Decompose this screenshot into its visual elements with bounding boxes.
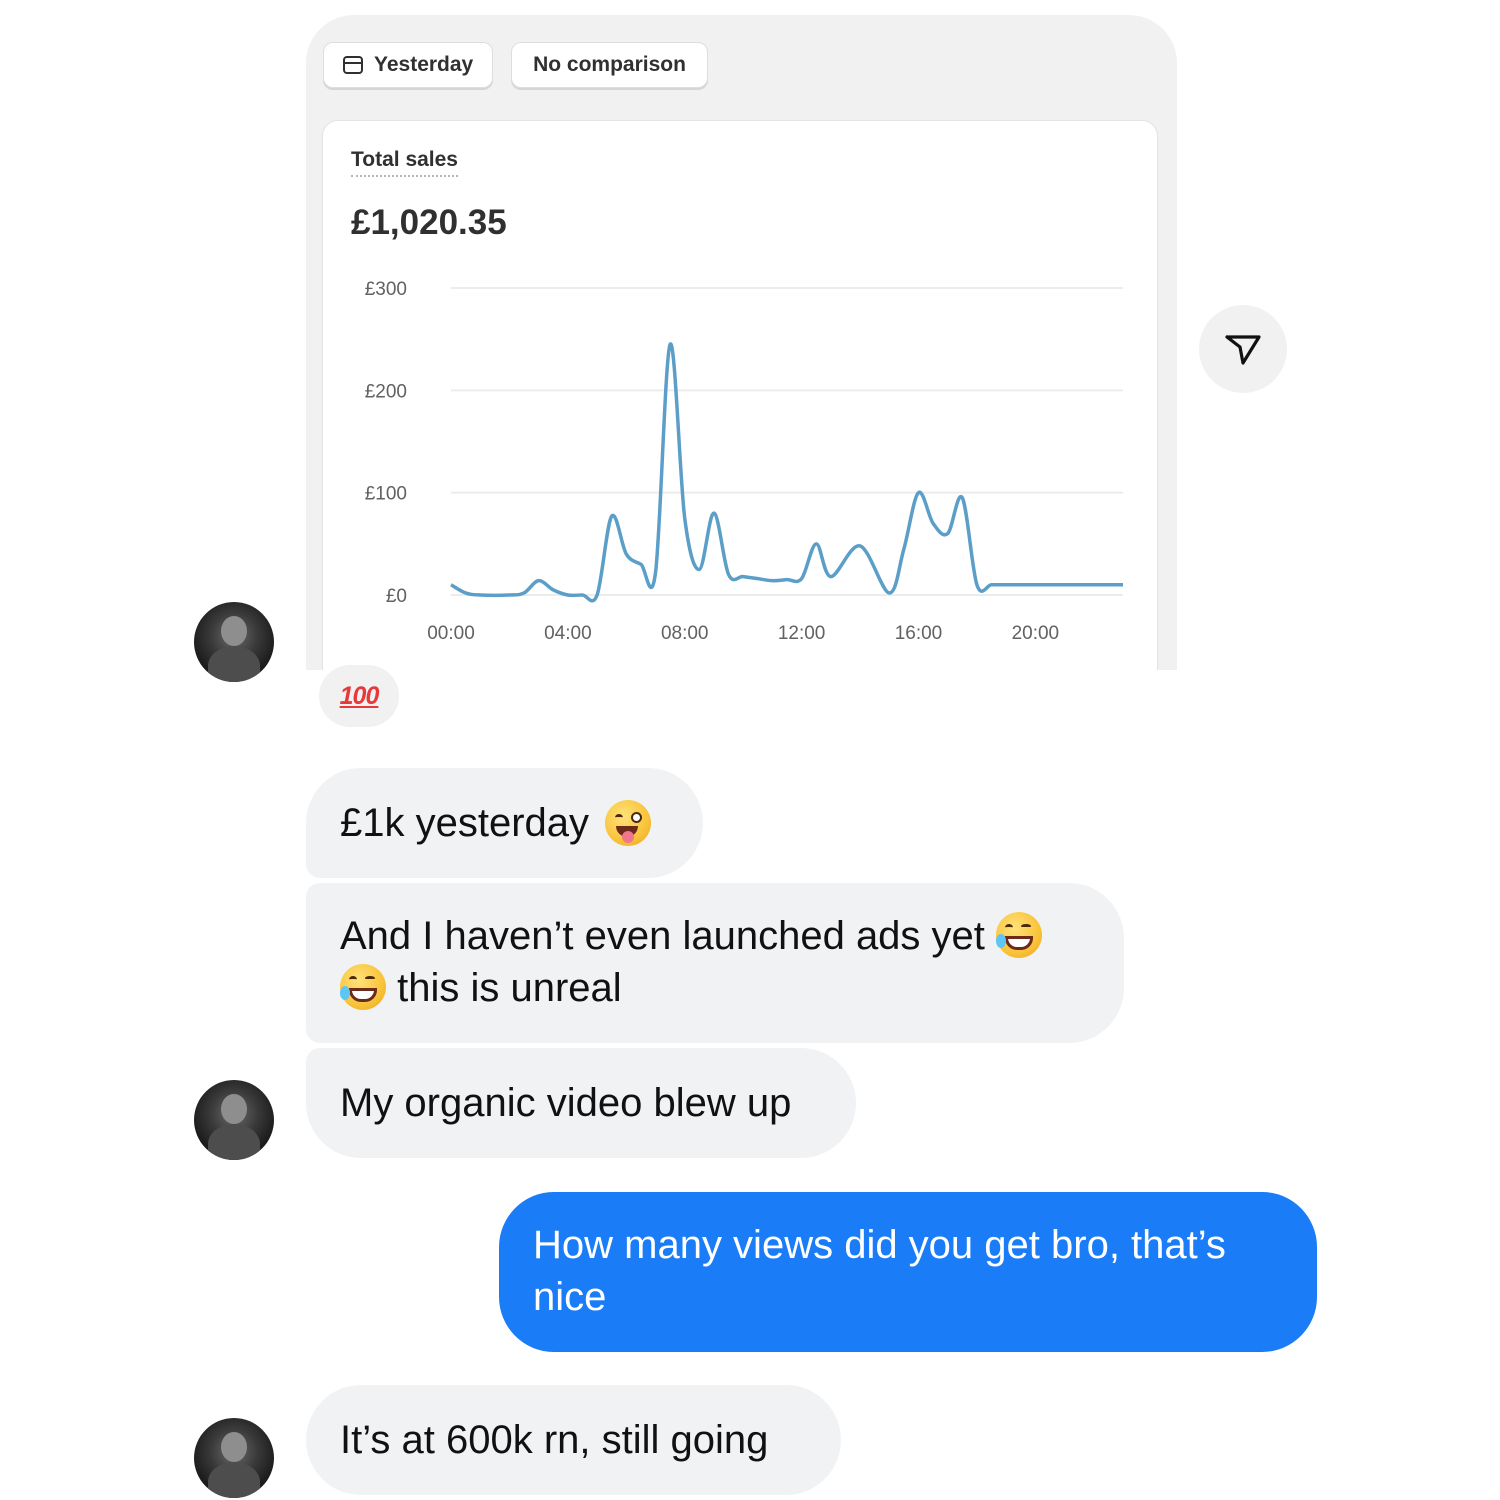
message-text: My organic video blew up xyxy=(340,1081,792,1125)
hundred-points-icon: 100 xyxy=(339,681,380,710)
x-tick-label: 08:00 xyxy=(661,623,709,644)
message-bubble-incoming[interactable]: It’s at 600k rn, still going xyxy=(306,1385,841,1495)
x-tick-label: 20:00 xyxy=(1012,623,1060,644)
paper-plane-icon xyxy=(1225,335,1261,365)
sales-line-chart: £300 £200 £100 £0 00:00 04:00 08:00 12:00 16:00 2… xyxy=(365,279,1123,644)
avatar[interactable] xyxy=(194,1418,274,1498)
avatar[interactable] xyxy=(194,1080,274,1160)
x-tick-label: 00:00 xyxy=(427,623,475,644)
comparison-button: No comparison xyxy=(511,42,708,88)
message-text: It’s at 600k rn, still going xyxy=(340,1418,769,1462)
y-tick-label: £200 xyxy=(365,381,407,402)
message-bubble-incoming[interactable]: And I haven’t even launched ads yet this… xyxy=(306,883,1124,1043)
message-bubble-incoming[interactable]: £1k yesterday xyxy=(306,768,703,878)
message-text: nice xyxy=(533,1275,607,1319)
y-tick-label: £300 xyxy=(365,279,407,300)
message-bubble-incoming[interactable]: My organic video blew up xyxy=(306,1048,856,1158)
x-tick-label: 04:00 xyxy=(544,623,592,644)
date-filter-button: Yesterday xyxy=(323,42,493,88)
hundred-points-reaction[interactable]: 100 xyxy=(319,665,399,727)
message-text: this is unreal xyxy=(397,966,622,1010)
avatar[interactable] xyxy=(194,602,274,682)
y-tick-label: £0 xyxy=(386,586,407,607)
rolling-on-floor-laughing-icon xyxy=(340,964,386,1010)
y-tick-label: £100 xyxy=(365,484,407,505)
sales-series-line xyxy=(450,342,1123,603)
message-text: £1k yesterday xyxy=(340,801,590,845)
calendar-icon xyxy=(343,56,363,74)
message-text: And I haven’t even launched ads yet xyxy=(340,914,985,958)
shared-image-card[interactable]: Yesterday No comparison Total sales £1,0… xyxy=(306,15,1177,670)
message-text: How many views did you get bro, that’s xyxy=(533,1223,1226,1267)
winking-tongue-face-icon xyxy=(605,800,652,846)
sales-card: Total sales £1,020.35 £300 £200 £100 £0 00:0… xyxy=(322,120,1158,670)
message-bubble-outgoing[interactable]: How many views did you get bro, that’s n… xyxy=(499,1192,1317,1352)
x-tick-label: 12:00 xyxy=(778,623,826,644)
date-filter-label: Yesterday xyxy=(374,53,474,76)
share-button[interactable] xyxy=(1199,305,1287,393)
comparison-label: No comparison xyxy=(533,53,686,76)
x-tick-label: 16:00 xyxy=(895,623,943,644)
rolling-on-floor-laughing-icon xyxy=(996,912,1043,958)
